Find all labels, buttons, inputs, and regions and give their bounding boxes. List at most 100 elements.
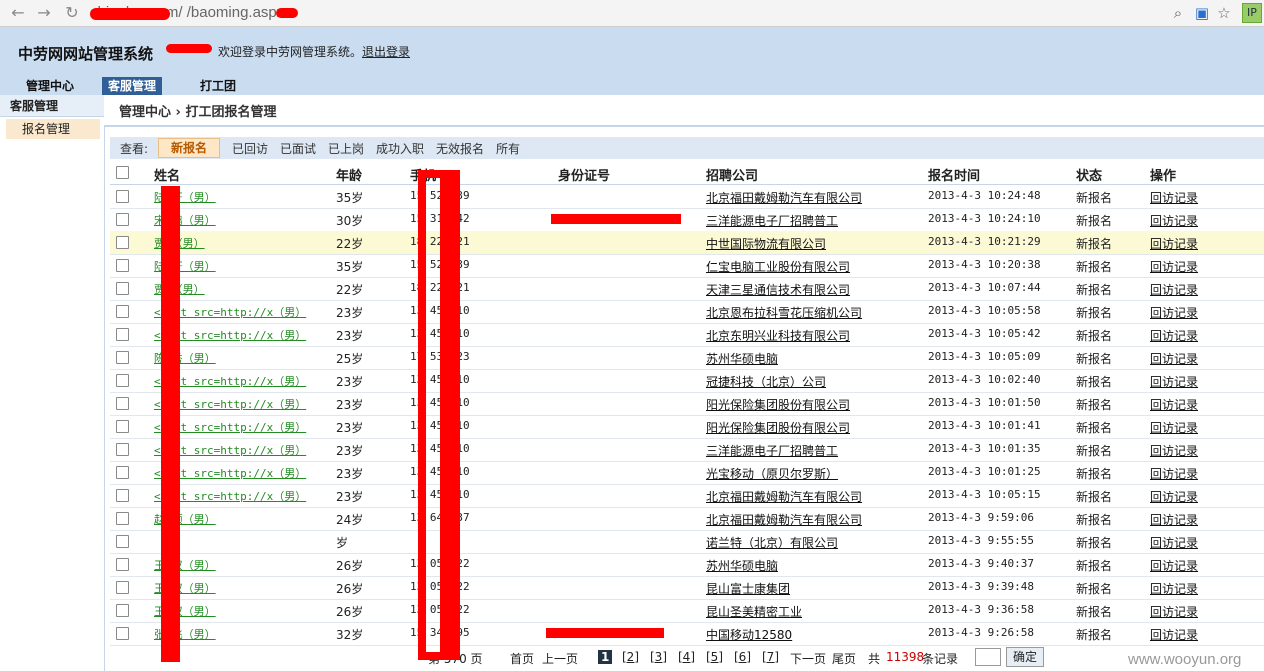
back-arrow-icon[interactable]: ←	[8, 3, 28, 23]
row-checkbox[interactable]	[116, 581, 129, 594]
row-checkbox[interactable]	[116, 236, 129, 249]
company-link[interactable]: 阳光保险集团股份有限公司	[706, 396, 850, 413]
row-checkbox[interactable]	[116, 443, 129, 456]
ip-extension-icon[interactable]: IP	[1242, 3, 1262, 23]
followup-record-link[interactable]: 回访记录	[1150, 281, 1198, 298]
company-link[interactable]: 冠捷科技（北京）公司	[706, 373, 826, 390]
followup-record-link[interactable]: 回访记录	[1150, 626, 1198, 643]
tab-customer-service[interactable]: 客服管理	[102, 77, 163, 95]
reload-icon[interactable]: ↻	[62, 3, 82, 23]
company-link[interactable]: 北京福田戴姆勒汽车有限公司	[706, 511, 862, 528]
search-icon[interactable]: ⌕	[1168, 3, 1188, 23]
bookmark-star-icon[interactable]: ☆	[1214, 3, 1234, 23]
row-checkbox[interactable]	[116, 420, 129, 433]
page-link[interactable]: [7]	[762, 650, 779, 664]
row-checkbox[interactable]	[116, 190, 129, 203]
filter-new[interactable]: 新报名	[158, 138, 221, 158]
registration-time: 2013-4-3 9:39:48	[928, 580, 1034, 593]
breadcrumb-root[interactable]: 管理中心	[119, 105, 171, 120]
company-link[interactable]: 中国移动12580	[706, 626, 792, 643]
company-link[interactable]: 阳光保险集团股份有限公司	[706, 419, 850, 436]
select-all-checkbox[interactable]	[116, 166, 129, 179]
sidebar-item-registration[interactable]: 报名管理	[6, 119, 100, 139]
row-checkbox[interactable]	[116, 328, 129, 341]
company-link[interactable]: 北京东明兴业科技有限公司	[706, 327, 850, 344]
row-checkbox[interactable]	[116, 558, 129, 571]
row-checkbox[interactable]	[116, 512, 129, 525]
first-page-link[interactable]: 首页	[510, 650, 534, 667]
filter-onboard[interactable]: 已上岗	[328, 140, 364, 157]
followup-record-link[interactable]: 回访记录	[1150, 189, 1198, 206]
filter-visited[interactable]: 已回访	[232, 140, 268, 157]
company-link[interactable]: 昆山圣美精密工业	[706, 603, 802, 620]
followup-record-link[interactable]: 回访记录	[1150, 442, 1198, 459]
table-row: 张 飞（男）32岁15 34 595中国移动125802013-4-3 9:26…	[110, 622, 1264, 646]
page-jump-input[interactable]	[975, 648, 1001, 666]
col-header-status: 状态	[1076, 169, 1103, 184]
row-checkbox[interactable]	[116, 604, 129, 617]
filter-all[interactable]: 所有	[496, 140, 520, 157]
tab-management-center[interactable]: 管理中心	[20, 77, 80, 95]
company-link[interactable]: 北京福田戴姆勒汽车有限公司	[706, 488, 862, 505]
company-link[interactable]: 三洋能源电子厂招聘普工	[706, 442, 838, 459]
company-link[interactable]: 苏州华硕电脑	[706, 350, 778, 367]
filter-invalid[interactable]: 无效报名	[436, 140, 484, 157]
followup-record-link[interactable]: 回访记录	[1150, 350, 1198, 367]
filter-hired[interactable]: 成功入职	[376, 140, 424, 157]
company-link[interactable]: 昆山富士康集团	[706, 580, 790, 597]
followup-record-link[interactable]: 回访记录	[1150, 419, 1198, 436]
page-link-current[interactable]: 1	[598, 650, 613, 664]
followup-record-link[interactable]: 回访记录	[1150, 304, 1198, 321]
row-checkbox[interactable]	[116, 213, 129, 226]
company-link[interactable]: 三洋能源电子厂招聘普工	[706, 212, 838, 229]
followup-record-link[interactable]: 回访记录	[1150, 511, 1198, 528]
row-checkbox[interactable]	[116, 489, 129, 502]
followup-record-link[interactable]: 回访记录	[1150, 557, 1198, 574]
page-link[interactable]: [6]	[734, 650, 751, 664]
row-checkbox[interactable]	[116, 466, 129, 479]
next-page-link[interactable]: 下一页	[790, 650, 826, 667]
page-link[interactable]: [5]	[706, 650, 723, 664]
row-checkbox[interactable]	[116, 535, 129, 548]
company-link[interactable]: 诺兰特（北京）有限公司	[706, 534, 838, 551]
prev-page-link[interactable]: 上一页	[542, 650, 578, 667]
followup-record-link[interactable]: 回访记录	[1150, 534, 1198, 551]
row-checkbox[interactable]	[116, 282, 129, 295]
status-text: 新报名	[1076, 306, 1113, 320]
tab-work-group[interactable]: 打工团	[194, 77, 242, 95]
company-link[interactable]: 仁宝电脑工业股份有限公司	[706, 258, 850, 275]
company-link[interactable]: 北京恩布拉科雪花压缩机公司	[706, 304, 862, 321]
company-link[interactable]: 中世国际物流有限公司	[706, 235, 826, 252]
followup-record-link[interactable]: 回访记录	[1150, 373, 1198, 390]
forward-arrow-icon[interactable]: →	[34, 3, 54, 23]
row-checkbox[interactable]	[116, 627, 129, 640]
filter-interviewed[interactable]: 已面试	[280, 140, 316, 157]
page-link[interactable]: [2]	[622, 650, 639, 664]
page-jump-button[interactable]: 确定	[1006, 647, 1045, 667]
last-page-link[interactable]: 尾页	[832, 650, 856, 667]
row-checkbox[interactable]	[116, 259, 129, 272]
followup-record-link[interactable]: 回访记录	[1150, 465, 1198, 482]
followup-record-link[interactable]: 回访记录	[1150, 327, 1198, 344]
company-link[interactable]: 苏州华硕电脑	[706, 557, 778, 574]
followup-record-link[interactable]: 回访记录	[1150, 212, 1198, 229]
followup-record-link[interactable]: 回访记录	[1150, 258, 1198, 275]
row-checkbox[interactable]	[116, 351, 129, 364]
followup-record-link[interactable]: 回访记录	[1150, 580, 1198, 597]
company-link[interactable]: 北京福田戴姆勒汽车有限公司	[706, 189, 862, 206]
followup-record-link[interactable]: 回访记录	[1150, 488, 1198, 505]
status-text: 新报名	[1076, 444, 1113, 458]
registration-time: 2013-4-3 10:20:38	[928, 258, 1041, 271]
extension-icon[interactable]: ▣	[1192, 3, 1212, 23]
company-link[interactable]: 光宝移动（原贝尔罗斯）	[706, 465, 838, 482]
row-checkbox[interactable]	[116, 397, 129, 410]
logout-link[interactable]: 退出登录	[362, 45, 410, 59]
followup-record-link[interactable]: 回访记录	[1150, 235, 1198, 252]
followup-record-link[interactable]: 回访记录	[1150, 396, 1198, 413]
followup-record-link[interactable]: 回访记录	[1150, 603, 1198, 620]
page-link[interactable]: [4]	[678, 650, 695, 664]
company-link[interactable]: 天津三星通信技术有限公司	[706, 281, 850, 298]
row-checkbox[interactable]	[116, 305, 129, 318]
row-checkbox[interactable]	[116, 374, 129, 387]
page-link[interactable]: [3]	[650, 650, 667, 664]
